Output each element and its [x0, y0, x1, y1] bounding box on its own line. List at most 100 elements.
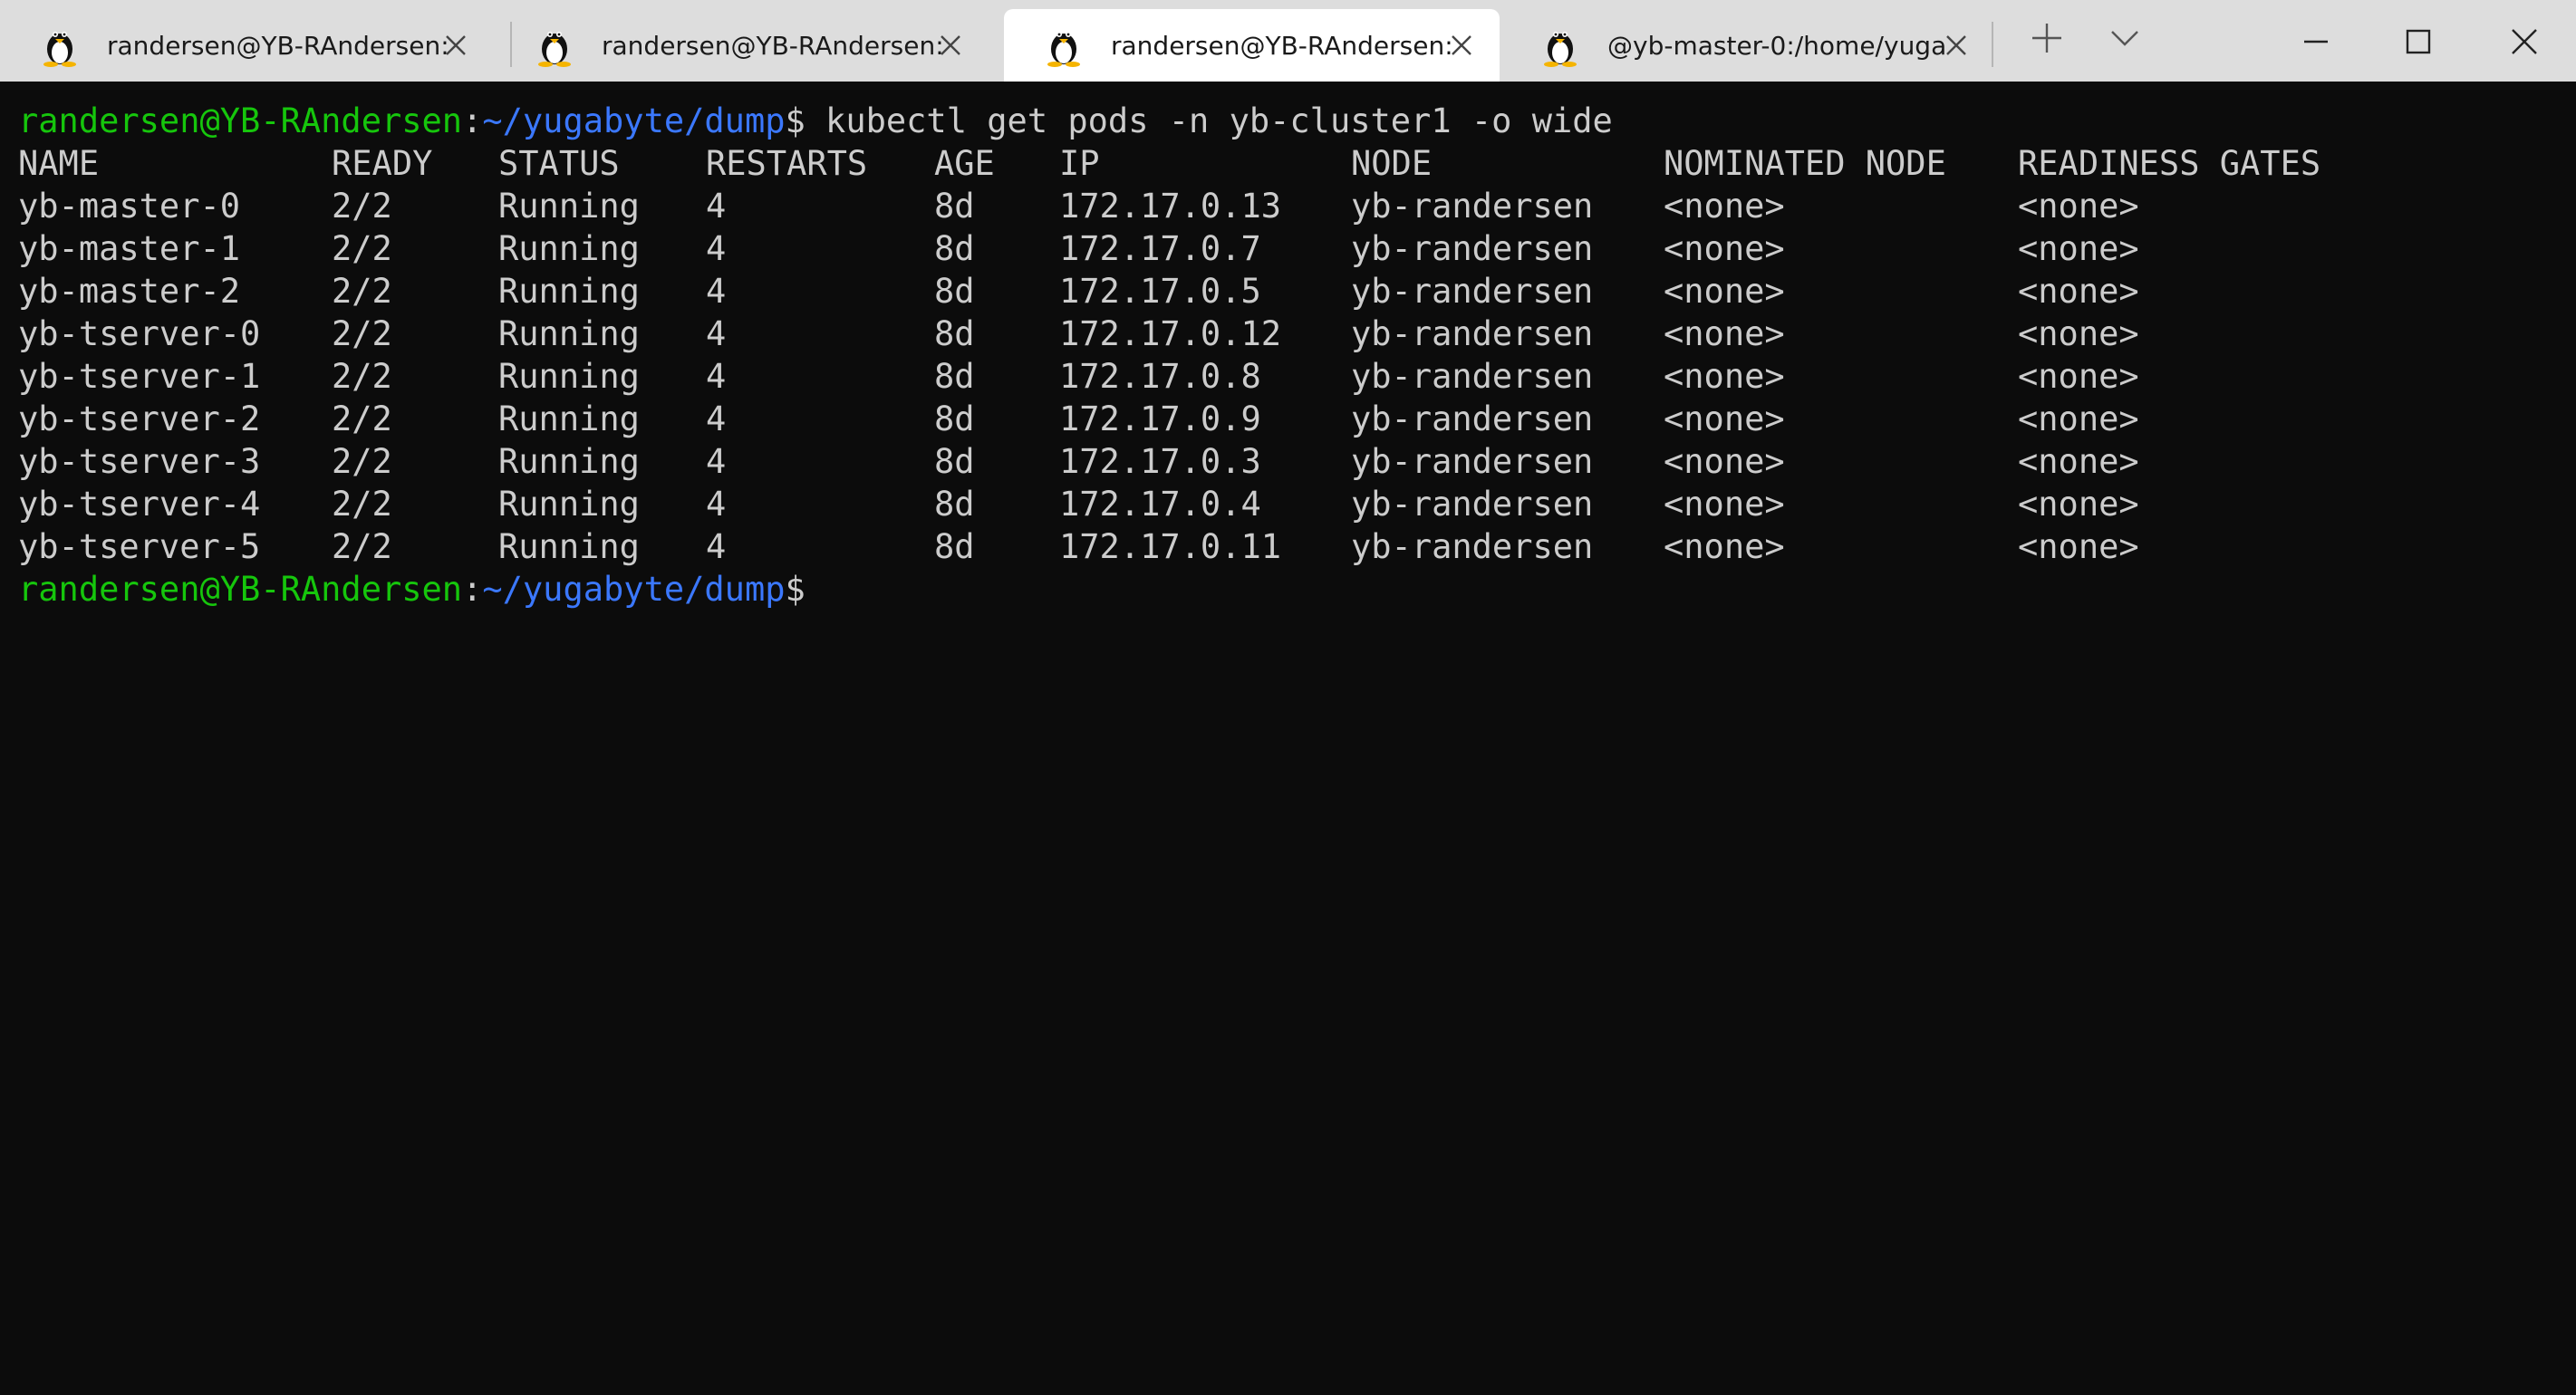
pod-age: 8d	[934, 314, 975, 353]
pod-name: yb-tserver-1	[18, 357, 261, 396]
pod-age: 8d	[934, 272, 975, 311]
pod-nominated-node: <none>	[1664, 272, 1785, 311]
header-cell: RESTARTS	[706, 144, 868, 183]
pod-ready: 2/2	[332, 357, 392, 396]
command-text: kubectl get pods -n yb-cluster1 -o wide	[805, 101, 1613, 140]
pod-age: 8d	[934, 399, 975, 438]
pod-nominated-node: <none>	[1664, 485, 1785, 524]
pod-node: yb-randersen	[1351, 527, 1594, 566]
pod-ready: 2/2	[332, 527, 392, 566]
tux-linux-icon	[538, 32, 571, 67]
prompt-user-host: randersen@YB-RAndersen	[18, 570, 463, 609]
prompt-colon: :	[462, 101, 483, 140]
pod-name: yb-tserver-3	[18, 442, 261, 481]
tab-2[interactable]: randersen@YB-RAndersen:	[495, 9, 989, 82]
tab-bar: randersen@YB-RAndersen: randersen@YB-RAn…	[0, 0, 2576, 82]
pod-restarts: 4	[706, 442, 727, 481]
pod-ip: 172.17.0.11	[1059, 527, 1282, 566]
pod-nominated-node: <none>	[1664, 527, 1785, 566]
minimize-icon	[2304, 40, 2328, 43]
pod-readiness-gates: <none>	[2018, 314, 2139, 353]
pod-name: yb-tserver-5	[18, 527, 261, 566]
pod-restarts: 4	[706, 229, 727, 268]
pod-readiness-gates: <none>	[2018, 187, 2139, 226]
pod-age: 8d	[934, 187, 975, 226]
pod-name: yb-tserver-0	[18, 314, 261, 353]
prompt-line: randersen@YB-RAndersen: ~/yugabyte/dump $	[18, 568, 2576, 611]
pod-name: yb-tserver-4	[18, 485, 261, 524]
table-row: yb-tserver-3 2/2 Running 4 8d 172.17.0.3 yb-ra…	[18, 440, 2576, 483]
table-row: yb-master-2 2/2 Running 4 8d 172.17.0.5 yb-ran…	[18, 270, 2576, 313]
pod-readiness-gates: <none>	[2018, 229, 2139, 268]
maximize-icon	[2406, 29, 2431, 54]
pod-name: yb-master-2	[18, 272, 241, 311]
close-icon[interactable]	[1449, 33, 1474, 58]
close-icon[interactable]	[938, 33, 963, 58]
prompt-dollar: $	[785, 101, 806, 140]
chevron-down-icon[interactable]	[2107, 20, 2143, 56]
pod-nominated-node: <none>	[1664, 399, 1785, 438]
pod-ip: 172.17.0.7	[1059, 229, 1261, 268]
prompt-colon: :	[462, 570, 483, 609]
pod-restarts: 4	[706, 485, 727, 524]
pod-restarts: 4	[706, 272, 727, 311]
prompt-path: ~/yugabyte/dump	[482, 570, 786, 609]
pod-readiness-gates: <none>	[2018, 399, 2139, 438]
prompt-path: ~/yugabyte/dump	[482, 101, 786, 140]
pod-node: yb-randersen	[1351, 485, 1594, 524]
pod-readiness-gates: <none>	[2018, 357, 2139, 396]
close-icon[interactable]	[1944, 33, 1969, 58]
pod-ip: 172.17.0.5	[1059, 272, 1261, 311]
table-row: yb-master-0 2/2 Running 4 8d 172.17.0.13 yb-ra…	[18, 185, 2576, 227]
pod-name: yb-master-1	[18, 229, 241, 268]
pod-status: Running	[498, 187, 640, 226]
header-cell: NOMINATED NODE	[1664, 144, 1946, 183]
tab-4[interactable]: @yb-master-0:/home/yuga	[1500, 9, 1994, 82]
pod-nominated-node: <none>	[1664, 187, 1785, 226]
pod-name: yb-master-0	[18, 187, 241, 226]
pod-ready: 2/2	[332, 314, 392, 353]
close-window-button[interactable]	[2499, 16, 2550, 67]
pod-restarts: 4	[706, 187, 727, 226]
pod-status: Running	[498, 485, 640, 524]
header-cell: IP	[1059, 144, 1100, 183]
pod-age: 8d	[934, 527, 975, 566]
pod-readiness-gates: <none>	[2018, 442, 2139, 481]
close-icon[interactable]	[443, 33, 468, 58]
pod-age: 8d	[934, 229, 975, 268]
pod-nominated-node: <none>	[1664, 229, 1785, 268]
tab-1[interactable]: randersen@YB-RAndersen:	[0, 9, 494, 82]
pod-status: Running	[498, 314, 640, 353]
header-cell: NAME	[18, 144, 100, 183]
tab-title: @yb-master-0:/home/yuga	[1607, 30, 1947, 61]
pod-node: yb-randersen	[1351, 272, 1594, 311]
pod-readiness-gates: <none>	[2018, 485, 2139, 524]
table-row: yb-tserver-1 2/2 Running 4 8d 172.17.0.8 yb-ra…	[18, 355, 2576, 398]
pod-status: Running	[498, 357, 640, 396]
plus-icon[interactable]	[2029, 20, 2065, 56]
maximize-button[interactable]	[2393, 16, 2444, 67]
tab-title: randersen@YB-RAndersen:	[107, 30, 449, 61]
pod-node: yb-randersen	[1351, 357, 1594, 396]
header-cell: READINESS GATES	[2018, 144, 2321, 183]
pod-restarts: 4	[706, 399, 727, 438]
minimize-button[interactable]	[2291, 16, 2341, 67]
terminal-output[interactable]: randersen@YB-RAndersen: ~/yugabyte/dump $ …	[0, 82, 2576, 1395]
terminal-window: randersen@YB-RAndersen: randersen@YB-RAn…	[0, 0, 2576, 1395]
pod-readiness-gates: <none>	[2018, 272, 2139, 311]
pod-ip: 172.17.0.13	[1059, 187, 1282, 226]
tab-divider	[1992, 22, 1993, 67]
header-cell: NODE	[1351, 144, 1433, 183]
pod-status: Running	[498, 272, 640, 311]
command-line: randersen@YB-RAndersen: ~/yugabyte/dump $ …	[18, 100, 2576, 142]
pod-ip: 172.17.0.4	[1059, 485, 1261, 524]
tux-linux-icon	[1047, 32, 1080, 67]
pod-ready: 2/2	[332, 399, 392, 438]
pod-restarts: 4	[706, 527, 727, 566]
prompt-dollar: $	[785, 570, 806, 609]
pod-ip: 172.17.0.8	[1059, 357, 1261, 396]
prompt-user-host: randersen@YB-RAndersen	[18, 101, 463, 140]
pod-ready: 2/2	[332, 187, 392, 226]
tab-3-active[interactable]: randersen@YB-RAndersen:	[1004, 9, 1500, 82]
header-cell: STATUS	[498, 144, 620, 183]
